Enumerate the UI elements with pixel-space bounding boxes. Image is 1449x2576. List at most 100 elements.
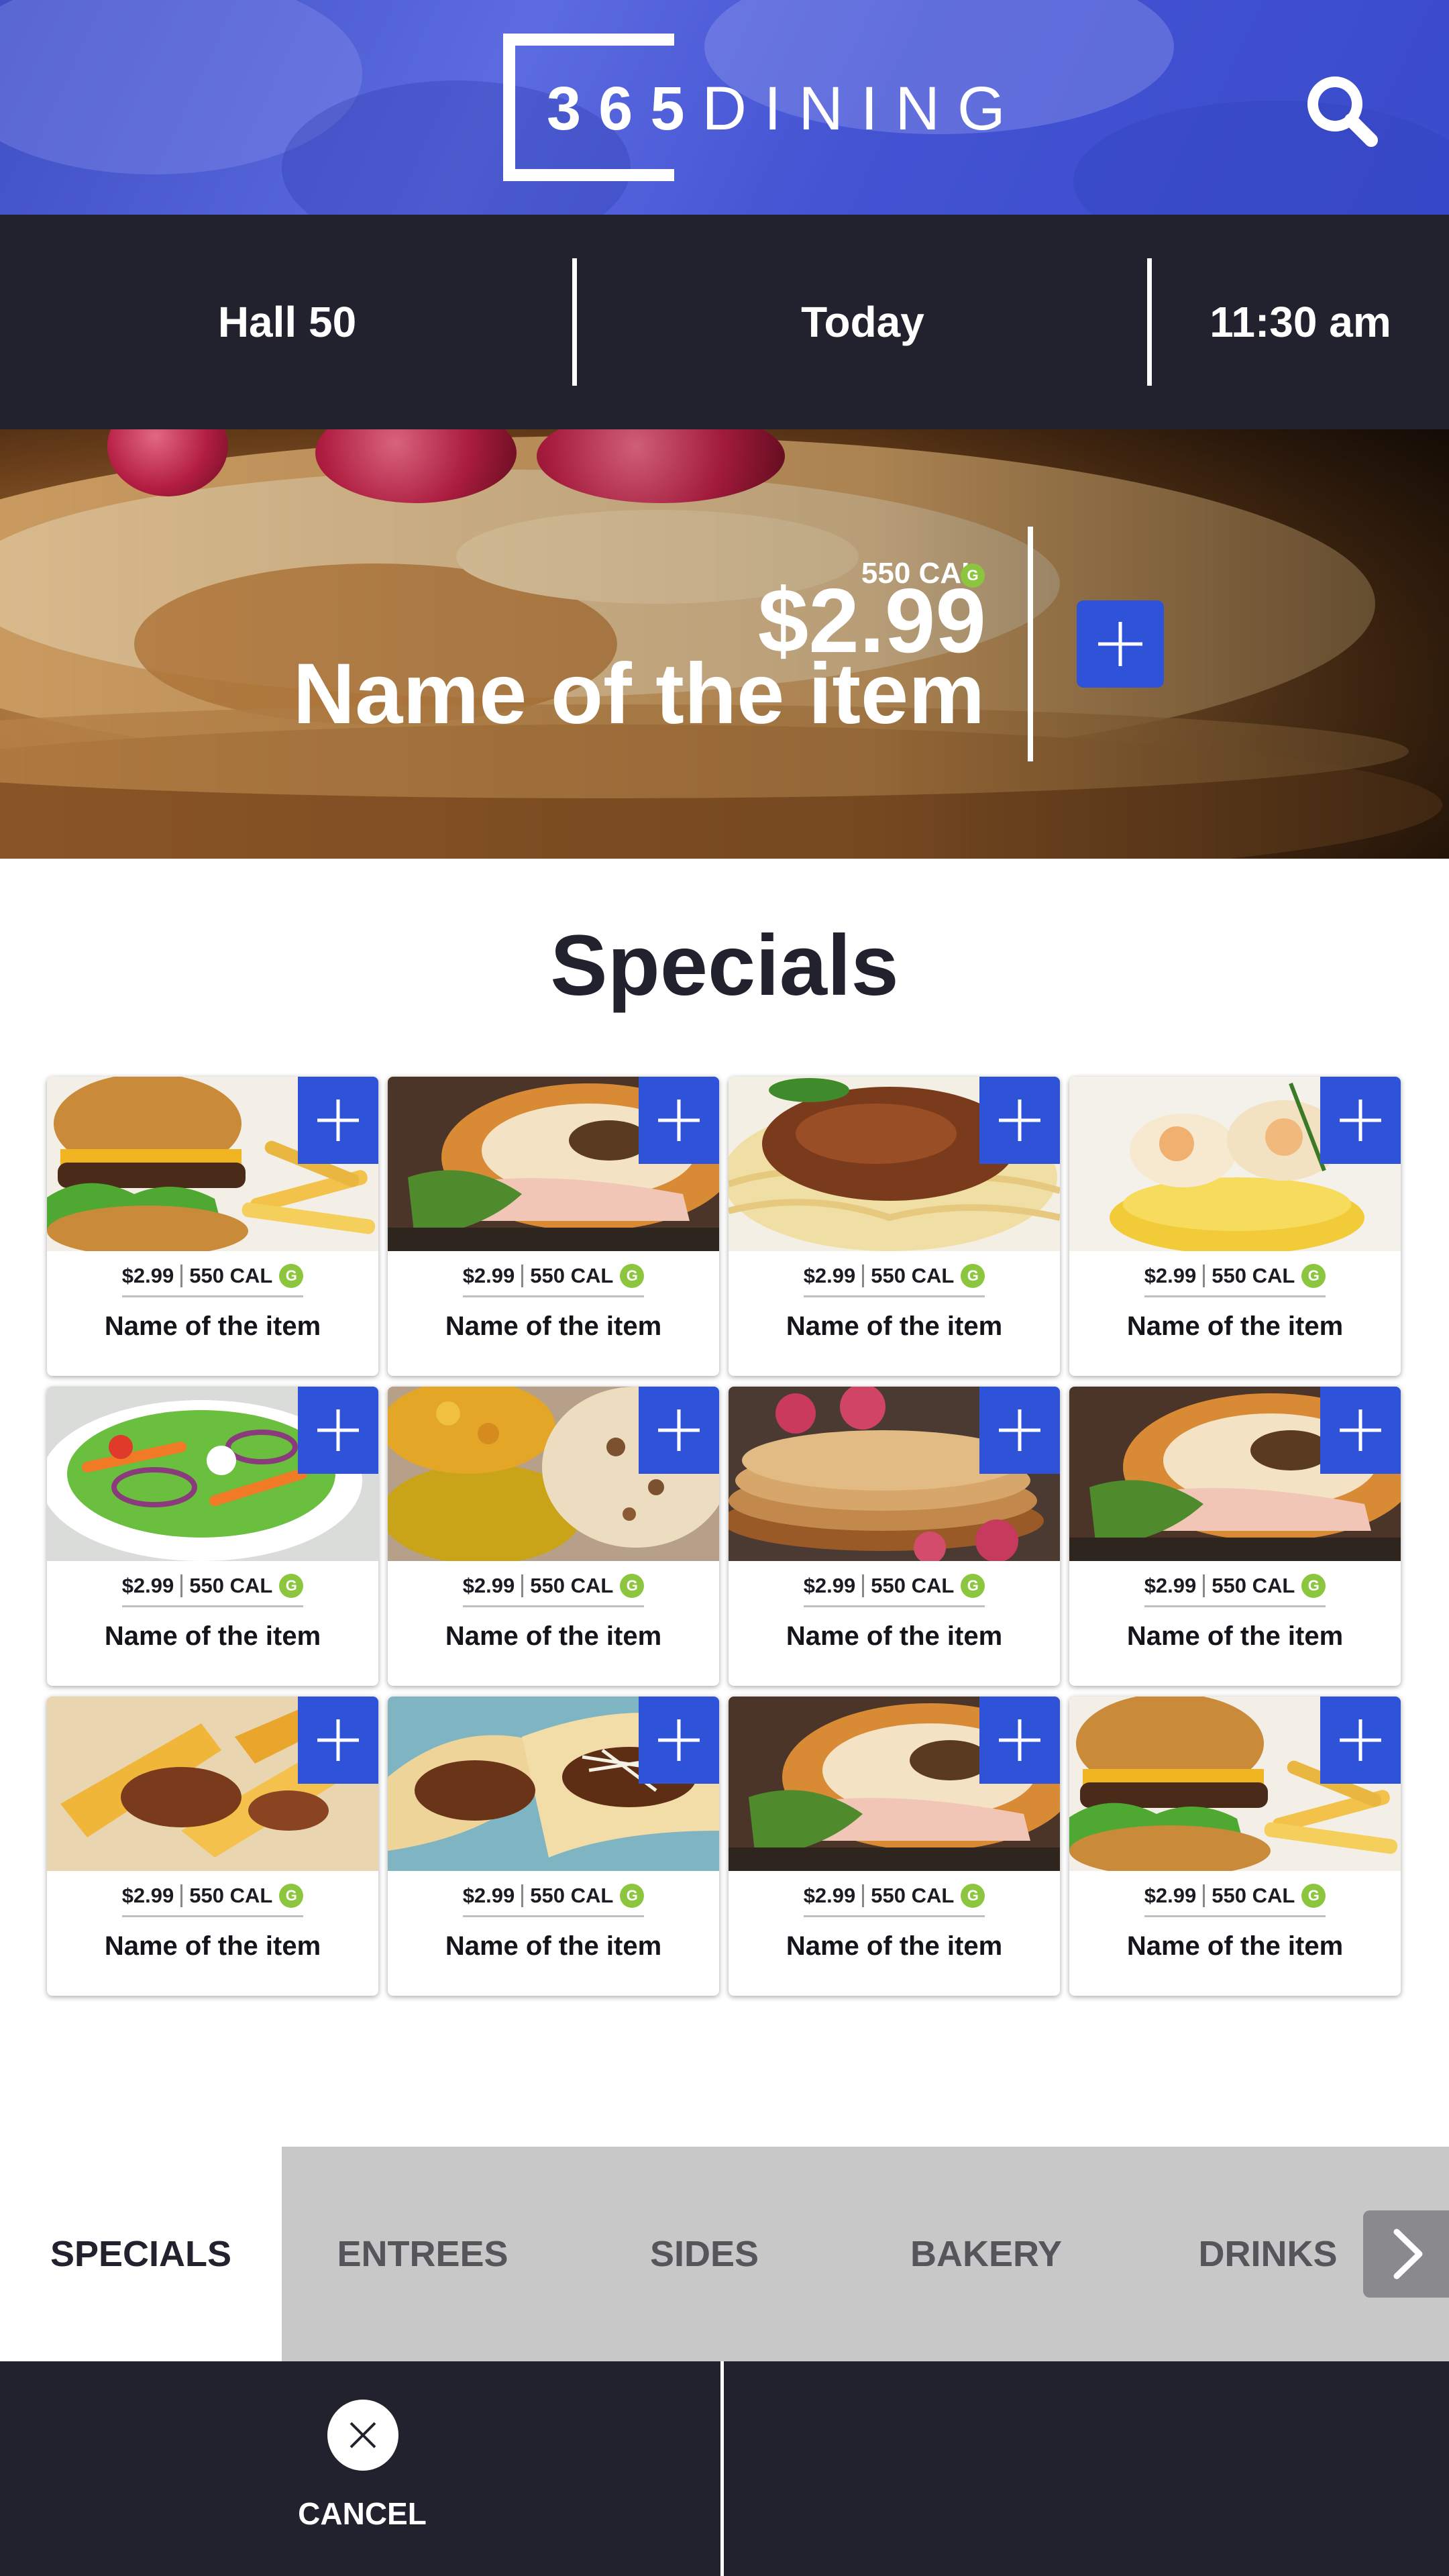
meta-separator	[521, 1265, 524, 1287]
gluten-free-badge: G	[1301, 1574, 1326, 1598]
item-calories: 550 CAL	[871, 1574, 955, 1597]
item-calories: 550 CAL	[1212, 1884, 1295, 1907]
menu-item-card[interactable]: $2.99 550 CAL G Name of the item	[729, 1697, 1060, 1996]
info-divider	[572, 258, 577, 386]
item-divider	[122, 1605, 303, 1607]
menu-item-card[interactable]: $2.99 550 CAL G Name of the item	[47, 1077, 378, 1376]
item-name: Name of the item	[1126, 1931, 1344, 1961]
item-price: $2.99	[803, 1884, 856, 1907]
item-meta: $2.99 550 CAL G	[1069, 1259, 1401, 1293]
date-label: Today	[801, 298, 924, 346]
menu-item-card[interactable]: $2.99 550 CAL G Name of the item	[729, 1077, 1060, 1376]
brand-logo: 365DINING	[503, 34, 1006, 181]
meta-separator	[180, 1884, 183, 1907]
plus-icon	[999, 1719, 1040, 1761]
tab-label: BAKERY	[910, 2234, 1063, 2274]
date-selector[interactable]: Today	[577, 215, 1148, 429]
menu-item-card[interactable]: $2.99 550 CAL G Name of the item	[1069, 1697, 1401, 1996]
item-name: Name of the item	[445, 1621, 662, 1651]
plus-icon	[317, 1099, 359, 1141]
add-item-button[interactable]	[1320, 1387, 1401, 1474]
item-calories: 550 CAL	[871, 1264, 955, 1287]
featured-item-banner[interactable]: 550 CAL G $2.99 Name of the item	[0, 429, 1449, 859]
add-item-button[interactable]	[298, 1697, 378, 1784]
add-item-button[interactable]	[639, 1077, 719, 1164]
item-name: Name of the item	[786, 1931, 1003, 1961]
item-divider	[804, 1605, 985, 1607]
item-name: Name of the item	[786, 1621, 1003, 1651]
add-item-button[interactable]	[979, 1387, 1060, 1474]
add-item-button[interactable]	[639, 1697, 719, 1784]
item-name: Name of the item	[445, 1931, 662, 1961]
add-item-button[interactable]	[298, 1077, 378, 1164]
item-price: $2.99	[462, 1574, 515, 1597]
location-selector[interactable]: Hall 50	[0, 215, 574, 429]
tab-bakery[interactable]: BAKERY	[845, 2147, 1127, 2361]
meta-separator	[521, 1884, 524, 1907]
add-item-button[interactable]	[1320, 1077, 1401, 1164]
item-divider	[122, 1295, 303, 1297]
meta-separator	[180, 1265, 183, 1287]
plus-icon	[1340, 1719, 1381, 1761]
item-meta: $2.99 550 CAL G	[388, 1569, 719, 1603]
item-price: $2.99	[803, 1264, 856, 1287]
search-icon	[1307, 76, 1378, 147]
menu-item-grid: $2.99 550 CAL G Name of the item $2.99 550 CA…	[47, 1077, 1402, 2002]
menu-item-card[interactable]: $2.99 550 CAL G Name of the item	[47, 1387, 378, 1686]
item-divider	[804, 1295, 985, 1297]
gluten-free-badge: G	[1301, 1264, 1326, 1288]
item-calories: 550 CAL	[530, 1264, 614, 1287]
item-name: Name of the item	[1126, 1311, 1344, 1341]
item-divider	[122, 1915, 303, 1917]
tab-entrees[interactable]: ENTREES	[282, 2147, 564, 2361]
tabs-next-button[interactable]	[1363, 2210, 1449, 2298]
menu-item-card[interactable]: $2.99 550 CAL G Name of the item	[388, 1077, 719, 1376]
chevron-right-icon	[1393, 2229, 1423, 2279]
header-texture	[1073, 101, 1449, 215]
menu-item-card[interactable]: $2.99 550 CAL G Name of the item	[388, 1697, 719, 1996]
tab-specials[interactable]: SPECIALS	[0, 2147, 282, 2361]
item-meta: $2.99 550 CAL G	[47, 1879, 378, 1913]
gluten-free-badge: G	[620, 1264, 645, 1288]
add-item-button[interactable]	[979, 1077, 1060, 1164]
hero-add-button[interactable]	[1077, 600, 1164, 688]
add-item-button[interactable]	[639, 1387, 719, 1474]
item-name: Name of the item	[445, 1311, 662, 1341]
menu-item-card[interactable]: $2.99 550 CAL G Name of the item	[1069, 1387, 1401, 1686]
plus-icon	[999, 1409, 1040, 1451]
logo-text: 365DINING	[547, 75, 1023, 142]
add-item-button[interactable]	[1320, 1697, 1401, 1784]
tab-sides[interactable]: SIDES	[564, 2147, 845, 2361]
plus-icon	[658, 1719, 700, 1761]
menu-item-card[interactable]: $2.99 550 CAL G Name of the item	[1069, 1077, 1401, 1376]
item-price: $2.99	[1144, 1884, 1197, 1907]
hero-shade	[0, 429, 1449, 859]
menu-item-card[interactable]: $2.99 550 CAL G Name of the item	[47, 1697, 378, 1996]
cancel-label[interactable]: CANCEL	[228, 2496, 496, 2532]
item-divider	[463, 1915, 644, 1917]
plus-icon	[1340, 1099, 1381, 1141]
gluten-free-badge: G	[279, 1884, 304, 1908]
item-price: $2.99	[462, 1264, 515, 1287]
add-item-button[interactable]	[298, 1387, 378, 1474]
item-meta: $2.99 550 CAL G	[388, 1879, 719, 1913]
time-selector[interactable]: 11:30 am	[1152, 215, 1449, 429]
item-name: Name of the item	[104, 1311, 321, 1341]
item-price: $2.99	[462, 1884, 515, 1907]
item-name: Name of the item	[786, 1311, 1003, 1341]
cancel-button[interactable]	[327, 2400, 398, 2471]
menu-item-card[interactable]: $2.99 550 CAL G Name of the item	[388, 1387, 719, 1686]
item-meta: $2.99 550 CAL G	[1069, 1879, 1401, 1913]
gluten-free-badge: G	[279, 1264, 304, 1288]
plus-icon	[1340, 1409, 1381, 1451]
search-button[interactable]	[1301, 70, 1382, 151]
info-divider	[1147, 258, 1152, 386]
plus-icon	[317, 1409, 359, 1451]
item-calories: 550 CAL	[530, 1884, 614, 1907]
order-info-bar: Hall 50 Today 11:30 am	[0, 215, 1449, 429]
meta-separator	[862, 1265, 865, 1287]
time-label: 11:30 am	[1210, 298, 1391, 346]
add-item-button[interactable]	[979, 1697, 1060, 1784]
menu-item-card[interactable]: $2.99 550 CAL G Name of the item	[729, 1387, 1060, 1686]
item-divider	[1144, 1605, 1326, 1607]
